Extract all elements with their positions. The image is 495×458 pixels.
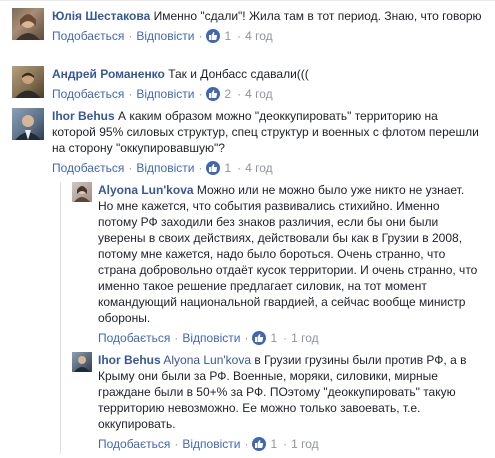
reply-button[interactable]: Відповісти	[136, 160, 194, 176]
like-button[interactable]: Подобається	[98, 330, 170, 346]
separator: ·	[174, 437, 179, 451]
avatar[interactable]	[72, 182, 92, 202]
separator: ·	[198, 161, 203, 175]
comment-actions: Подобається · Відповісти · 1 · 4 год	[52, 160, 482, 176]
comment-actions: Подобається · Відповісти · 1 · 4 год	[52, 28, 482, 44]
reply-actions: Подобається · Відповісти · 1 · 1 год	[98, 330, 480, 346]
comment-author[interactable]: Андрей Романенко	[52, 67, 165, 81]
timestamp[interactable]: 4 год	[245, 28, 273, 44]
comment-text: А каким образом можно "деоккупировать" т…	[52, 109, 479, 155]
separator: ·	[128, 29, 133, 43]
reply-thread-line	[60, 182, 61, 454]
like-count[interactable]: 1	[270, 330, 277, 346]
separator: ·	[128, 87, 133, 101]
user-photo-icon	[74, 186, 90, 202]
separator: ·	[198, 29, 203, 43]
thumbs-up-icon[interactable]	[206, 161, 221, 175]
separator: ·	[283, 437, 288, 451]
separator: ·	[237, 161, 242, 175]
comment-actions: Подобається · Відповісти · 2 · 4 год	[52, 86, 482, 102]
like-button[interactable]: Подобається	[52, 160, 124, 176]
reply-button[interactable]: Відповісти	[136, 28, 194, 44]
timestamp[interactable]: 4 год	[245, 160, 273, 176]
like-count[interactable]: 1	[224, 28, 231, 44]
like-button[interactable]: Подобається	[52, 86, 124, 102]
separator: ·	[174, 331, 179, 345]
thumbs-up-icon[interactable]	[252, 331, 267, 345]
comment-text: Именно "сдали"! Жила там в тот период. З…	[153, 9, 482, 23]
avatar[interactable]	[12, 66, 44, 98]
timestamp[interactable]: 4 год	[245, 86, 273, 102]
user-photo-icon	[15, 72, 41, 98]
comment-2: Андрей Романенко Так и Донбасс сдавали((…	[12, 66, 482, 102]
like-button[interactable]: Подобається	[52, 28, 124, 44]
comment-author[interactable]: Ihor Behus	[52, 109, 115, 123]
like-count[interactable]: 2	[224, 86, 231, 102]
avatar[interactable]	[12, 108, 44, 140]
thumbs-up-icon[interactable]	[206, 87, 221, 101]
reply-actions: Подобається · Відповісти · 1 · 1 год	[98, 436, 480, 452]
thumbs-up-icon[interactable]	[206, 29, 221, 43]
separator: ·	[244, 331, 249, 345]
like-button[interactable]: Подобається	[98, 436, 170, 452]
comment-author[interactable]: Юлія Шестакова	[52, 9, 150, 23]
reply-2: Ihor Behus Alyona Lun'kova в Грузии груз…	[72, 352, 482, 452]
separator: ·	[198, 87, 203, 101]
separator: ·	[283, 331, 288, 345]
user-photo-icon	[16, 14, 40, 40]
comment-3: Ihor Behus А каким образом можно "деокку…	[12, 108, 482, 176]
reply-button[interactable]: Відповісти	[182, 330, 240, 346]
like-count[interactable]: 1	[270, 436, 277, 452]
thumbs-up-icon[interactable]	[252, 437, 267, 451]
like-count[interactable]: 1	[224, 160, 231, 176]
user-photo-icon	[15, 115, 41, 140]
user-photo-icon	[74, 356, 90, 372]
separator: ·	[128, 161, 133, 175]
separator: ·	[237, 87, 242, 101]
avatar[interactable]	[72, 352, 92, 372]
top-border	[0, 0, 495, 1]
comment-text: Так и Донбасс сдавали(((	[168, 67, 309, 81]
timestamp[interactable]: 1 год	[291, 436, 319, 452]
reply-1: Alyona Lun'kova Можно или не можно было …	[72, 182, 482, 346]
avatar[interactable]	[12, 8, 44, 40]
reply-author[interactable]: Alyona Lun'kova	[98, 183, 194, 197]
reply-button[interactable]: Відповісти	[182, 436, 240, 452]
reply-author[interactable]: Ihor Behus	[98, 353, 161, 367]
timestamp[interactable]: 1 год	[291, 330, 319, 346]
comment-1: Юлія Шестакова Именно "сдали"! Жила там …	[12, 8, 482, 44]
separator: ·	[244, 437, 249, 451]
separator: ·	[237, 29, 242, 43]
reply-text: Можно или не можно было уже никто не узн…	[98, 183, 478, 325]
reply-mention[interactable]: Alyona Lun'kova	[163, 353, 251, 367]
reply-button[interactable]: Відповісти	[136, 86, 194, 102]
